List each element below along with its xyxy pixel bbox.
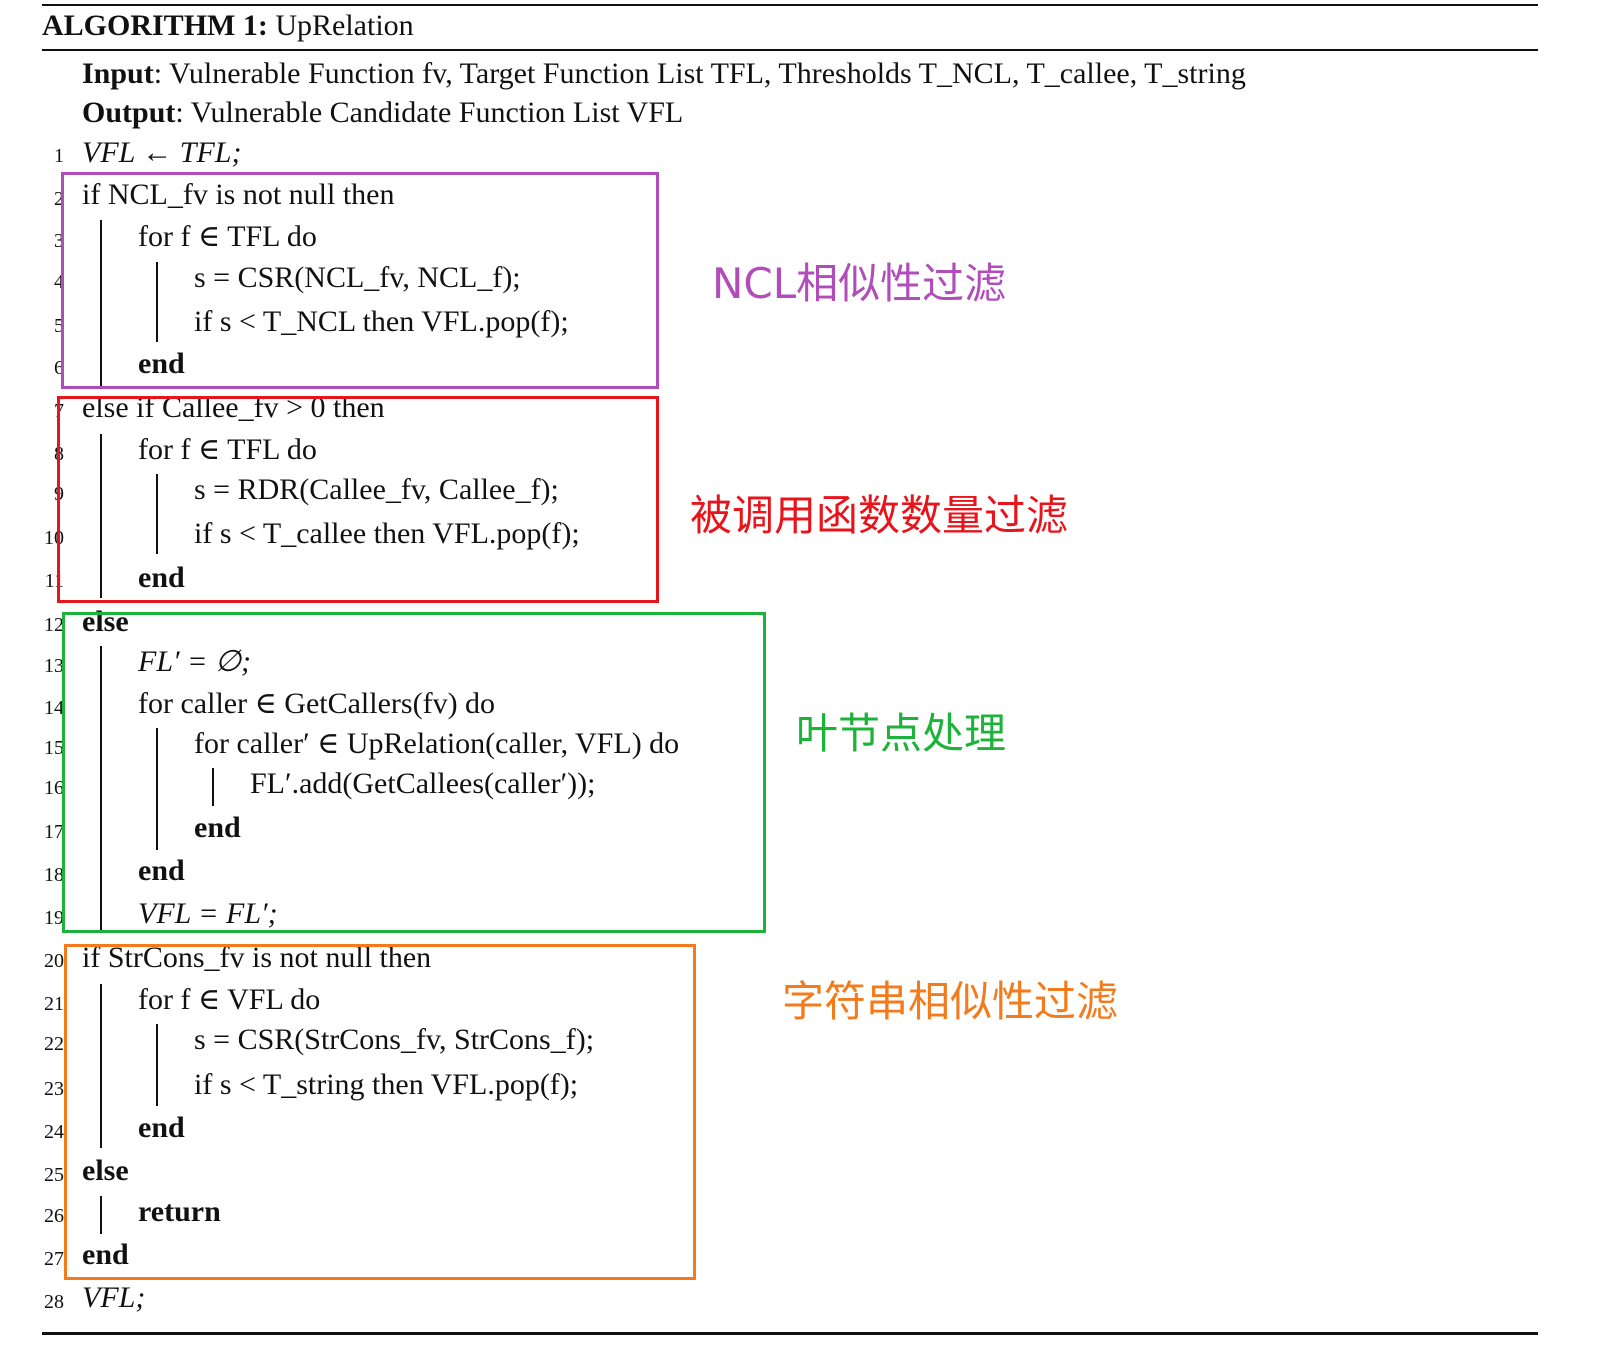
line-number: 12 [44,614,64,636]
string-filter-box [64,944,696,1280]
code-line: VFL ← TFL; [82,136,242,169]
line-number: 5 [54,315,64,337]
line-number: 14 [44,697,64,719]
output-line: Output: Vulnerable Candidate Function Li… [82,95,683,131]
output-text: : Vulnerable Candidate Function List VFL [175,96,684,129]
leaf-node-box [62,612,766,933]
line-number: 28 [44,1291,64,1313]
line-number: 17 [44,821,64,843]
line-number: 20 [44,950,64,972]
callee-filter-box [57,396,659,603]
line-number: 22 [44,1033,64,1055]
string-filter-annotation: 字符串相似性过滤 [782,977,1119,1026]
line-number: 25 [44,1164,64,1186]
line-number: 16 [44,777,64,799]
line-number: 19 [44,907,64,929]
input-label: Input [82,57,154,90]
line-number: 2 [54,188,64,210]
line-number: 15 [44,737,64,759]
output-label: Output [82,96,176,129]
line-number: 27 [44,1248,64,1270]
algorithm-figure: ALGORITHM 1: UpRelation Input: Vulnerabl… [0,0,1610,1372]
line-number: 4 [54,271,64,293]
line-number: 18 [44,864,64,886]
input-text: : Vulnerable Function fv, Target Functio… [153,57,1246,90]
bottom-rule [42,1332,1538,1335]
line-number: 26 [44,1205,64,1227]
line-number: 3 [54,230,64,252]
code-line: VFL; [82,1281,146,1314]
line-number: 23 [44,1078,64,1100]
line-number: 6 [54,357,64,379]
leaf-node-annotation: 叶节点处理 [796,709,1007,758]
line-number: 21 [44,993,64,1015]
callee-filter-annotation: 被调用函数数量过滤 [690,491,1069,540]
algorithm-title: ALGORITHM 1: UpRelation [42,6,414,46]
ncl-filter-box [61,172,659,389]
line-number: 24 [44,1121,64,1143]
ncl-filter-annotation: NCL相似性过滤 [712,259,1007,308]
line-number: 1 [54,145,64,167]
algorithm-label: ALGORITHM 1: [42,9,268,42]
algorithm-name: UpRelation [275,9,414,42]
line-number: 13 [44,655,64,677]
header-rule [42,49,1538,51]
input-line: Input: Vulnerable Function fv, Target Fu… [82,56,1246,92]
